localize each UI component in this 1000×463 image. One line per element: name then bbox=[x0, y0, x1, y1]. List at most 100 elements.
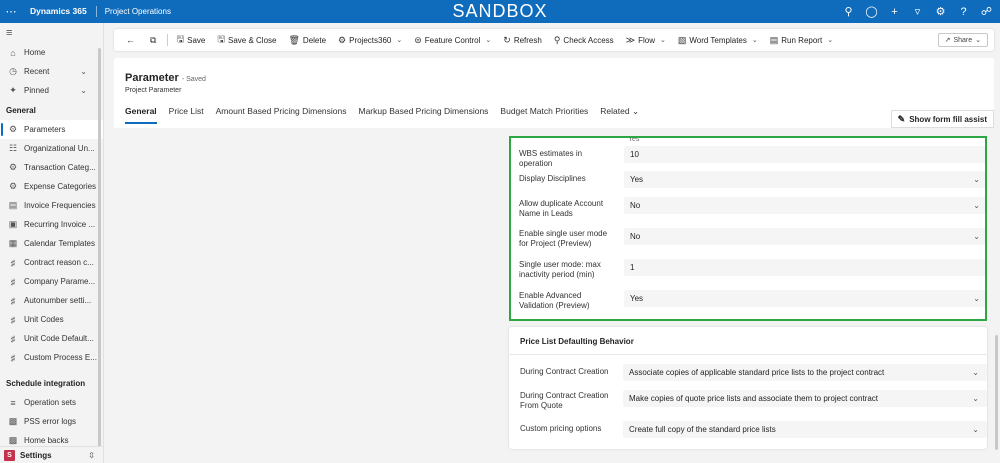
chevron-down-icon[interactable]: ⌄ bbox=[80, 67, 87, 76]
contract-creation-select[interactable]: Associate copies of applicable standard … bbox=[623, 364, 987, 381]
single-user-mode-select[interactable]: No ⌄ bbox=[624, 228, 985, 245]
save-close-button[interactable]: 🖫 Save & Close bbox=[211, 29, 282, 51]
sidebar-item-expense-categories[interactable]: ⚙ Expense Categories bbox=[0, 177, 103, 196]
plus-icon[interactable]: + bbox=[883, 6, 906, 18]
sidebar-item-label: Recurring Invoice ... bbox=[24, 220, 96, 229]
run-report-button[interactable]: ▤ Run Report ⌄ bbox=[764, 29, 839, 51]
chevron-down-icon: ⌄ bbox=[631, 106, 640, 116]
chevron-down-icon: ⌄ bbox=[827, 37, 834, 44]
sidebar-item-organizational-units[interactable]: ☷ Organizational Un... bbox=[0, 139, 103, 158]
share-icon: ↗ bbox=[944, 37, 951, 44]
advanced-validation-select[interactable]: Yes ⌄ bbox=[624, 290, 985, 307]
sidebar-item-label: Contract reason c... bbox=[24, 258, 94, 267]
delete-button[interactable]: 🗑 Delete bbox=[282, 29, 332, 51]
max-inactivity-input[interactable]: 1 bbox=[624, 259, 985, 276]
report-icon: ▤ bbox=[769, 34, 779, 45]
copilot-icon[interactable]: ☍ bbox=[975, 5, 998, 18]
tab-budget-match-priorities[interactable]: Budget Match Priorities bbox=[500, 106, 588, 124]
puzzle-icon: ♯ bbox=[10, 276, 16, 287]
document-icon: ▩ bbox=[8, 435, 18, 445]
sidebar-item-unit-code-defaults[interactable]: ♯ Unit Code Default... bbox=[0, 329, 103, 348]
main-scrollbar[interactable] bbox=[995, 335, 998, 450]
home-icon: ⌂ bbox=[10, 47, 16, 58]
gear-icon: ⚙ bbox=[338, 34, 347, 45]
sidebar-item-unit-codes[interactable]: ♯ Unit Codes bbox=[0, 310, 103, 329]
sidebar-item-calendar-templates[interactable]: ▦ Calendar Templates bbox=[0, 234, 103, 253]
refresh-button[interactable]: ↻ Refresh bbox=[497, 29, 548, 51]
help-icon[interactable]: ? bbox=[952, 6, 975, 18]
pin-icon: ✦ bbox=[9, 85, 17, 95]
sidebar-item-custom-process[interactable]: ♯ Custom Process E... bbox=[0, 348, 103, 367]
chevron-down-icon: ⌄ bbox=[972, 368, 979, 377]
hamburger-icon[interactable]: ≡ bbox=[0, 23, 103, 43]
contract-from-quote-select[interactable]: Make copies of quote price lists and ass… bbox=[623, 390, 987, 407]
back-button[interactable]: ← bbox=[120, 29, 144, 51]
sidebar-item-recurring-invoice[interactable]: ▣ Recurring Invoice ... bbox=[0, 215, 103, 234]
field-value: 1 bbox=[630, 263, 635, 272]
wbs-estimates-input[interactable]: 10 bbox=[624, 146, 985, 163]
sidebar-item-label: Operation sets bbox=[24, 398, 77, 407]
sidebar-item-label: Expense Categories bbox=[24, 182, 97, 191]
open-new-window-button[interactable]: ⧉ bbox=[144, 29, 165, 51]
chevron-down-icon: ⌄ bbox=[659, 37, 666, 44]
display-disciplines-select[interactable]: Yes ⌄ bbox=[624, 171, 985, 188]
sidebar-item-transaction-categories[interactable]: ⚙ Transaction Categ... bbox=[0, 158, 103, 177]
projects360-label: Projects360 bbox=[349, 35, 392, 45]
chevron-down-icon: ⌄ bbox=[396, 37, 403, 44]
area-name[interactable]: Project Operations bbox=[97, 7, 171, 16]
allow-duplicate-account-select[interactable]: No ⌄ bbox=[624, 197, 985, 214]
field-label: Single user mode: max inactivity period … bbox=[519, 260, 601, 279]
puzzle-icon: ♯ bbox=[10, 295, 16, 306]
sidebar-item-label: Home bbox=[24, 48, 46, 57]
popout-icon: ⧉ bbox=[150, 34, 157, 45]
share-button[interactable]: ↗ Share ⌄ bbox=[937, 33, 988, 47]
field-label: WBS estimates in operation bbox=[519, 149, 583, 168]
tab-markup-based-pricing[interactable]: Markup Based Pricing Dimensions bbox=[359, 106, 489, 124]
filter-icon[interactable]: ▿ bbox=[906, 5, 929, 18]
word-templates-button[interactable]: ▧ Word Templates ⌄ bbox=[672, 29, 764, 51]
save-icon: 🖫 bbox=[176, 34, 185, 44]
projects360-button[interactable]: ⚙ Projects360 ⌄ bbox=[332, 29, 408, 51]
tab-general[interactable]: General bbox=[125, 106, 157, 124]
sidebar-scrollbar[interactable] bbox=[98, 48, 101, 463]
sidebar-item-invoice-frequencies[interactable]: ▤ Invoice Frequencies bbox=[0, 196, 103, 215]
flow-button[interactable]: ≫ Flow ⌄ bbox=[620, 29, 672, 51]
sidebar-item-label: Invoice Frequencies bbox=[24, 201, 96, 210]
sidebar-item-label: Pinned bbox=[24, 86, 49, 95]
app-launcher-icon[interactable]: ⋯ bbox=[0, 0, 22, 23]
chevron-down-icon: ⌄ bbox=[975, 37, 981, 44]
tab-amount-based-pricing[interactable]: Amount Based Pricing Dimensions bbox=[216, 106, 347, 124]
sidebar-item-operation-sets[interactable]: ≡ Operation sets bbox=[0, 393, 103, 412]
sidebar-item-recent[interactable]: ◷ Recent ⌄ bbox=[0, 62, 103, 81]
sidebar-item-autonumber-settings[interactable]: ♯ Autonumber setti... bbox=[0, 291, 103, 310]
sidebar-item-parameters[interactable]: ⚙ Parameters bbox=[0, 120, 103, 139]
chevron-down-icon: ⌄ bbox=[751, 37, 758, 44]
key-icon: ⚲ bbox=[553, 34, 561, 45]
chevron-down-icon: ⌄ bbox=[485, 37, 492, 44]
chevron-down-icon: ⌄ bbox=[973, 294, 980, 303]
gear-icon[interactable]: ⚙ bbox=[929, 5, 952, 18]
feature-control-button[interactable]: ⊜ Feature Control ⌄ bbox=[408, 29, 497, 51]
sidebar-item-pss-error-logs[interactable]: ▩ PSS error logs bbox=[0, 412, 103, 431]
check-access-button[interactable]: ⚲ Check Access bbox=[548, 29, 620, 51]
sidebar-item-pinned[interactable]: ✦ Pinned ⌄ bbox=[0, 81, 103, 100]
field-value: Create full copy of the standard price l… bbox=[629, 425, 776, 434]
highlighted-parameters-section: Yes WBS estimates in operation 10 Displa… bbox=[509, 136, 987, 321]
lightbulb-icon[interactable]: ◯ bbox=[860, 5, 883, 18]
custom-pricing-select[interactable]: Create full copy of the standard price l… bbox=[623, 421, 987, 438]
sidebar-item-home[interactable]: ⌂ Home bbox=[0, 43, 103, 62]
form-fill-assist-button[interactable]: ✎ Show form fill assist bbox=[890, 110, 994, 128]
search-icon[interactable]: ⚲ bbox=[837, 5, 860, 18]
area-switcher[interactable]: S Settings ⇳ bbox=[0, 446, 103, 463]
sidebar-item-company-parameters[interactable]: ♯ Company Parame... bbox=[0, 272, 103, 291]
delete-label: Delete bbox=[302, 35, 327, 45]
chevron-down-icon: ⌄ bbox=[972, 394, 979, 403]
tab-related[interactable]: Related ⌄ bbox=[600, 106, 639, 124]
tab-price-list[interactable]: Price List bbox=[169, 106, 204, 124]
sidebar-item-label: Custom Process E... bbox=[24, 353, 97, 362]
field-label: Allow duplicate Account Name in Leads bbox=[519, 199, 604, 218]
sidebar-item-contract-reason-codes[interactable]: ♯ Contract reason c... bbox=[0, 253, 103, 272]
chevron-down-icon[interactable]: ⌄ bbox=[80, 86, 87, 95]
save-button[interactable]: 🖫 Save bbox=[170, 29, 211, 51]
app-name[interactable]: Dynamics 365 bbox=[22, 6, 97, 17]
